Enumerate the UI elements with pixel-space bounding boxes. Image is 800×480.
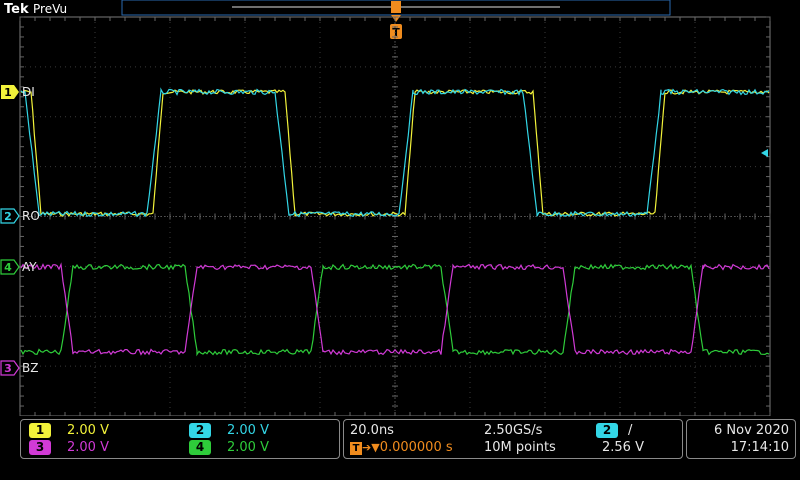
- record-length: 10M points: [484, 440, 556, 455]
- channel-scale-panel[interactable]: 1 2.00 V 2 2.00 V 3 2.00 V 4 2.00 V: [20, 419, 340, 459]
- trigger-level: 2.56 V: [602, 440, 644, 455]
- svg-text:4: 4: [4, 261, 12, 274]
- ch4-scale: 2.00 V: [227, 440, 269, 455]
- ch4-badge: 4: [189, 440, 211, 455]
- tek-logo: Tek: [4, 2, 29, 17]
- svg-text:1: 1: [4, 86, 12, 99]
- ch2-scale: 2.00 V: [227, 423, 269, 438]
- trigger-level-icon[interactable]: [761, 149, 768, 157]
- ch2-label: RO: [22, 209, 40, 223]
- ch3-badge: 3: [29, 440, 51, 455]
- record-position-marker: [391, 1, 401, 13]
- ch1-badge: 1: [29, 423, 51, 438]
- svg-text:3: 3: [4, 362, 12, 375]
- trigger-delay: T ➔▼0.000000 s: [350, 440, 453, 456]
- ch4-marker[interactable]: 4 AY: [0, 259, 37, 275]
- ch2-badge: 2: [189, 423, 211, 438]
- ch1-marker[interactable]: 1 DI: [1, 85, 35, 99]
- date: 6 Nov 2020: [714, 423, 789, 438]
- horizontal-position: 0.000000 s: [379, 440, 453, 455]
- datetime-panel: 6 Nov 2020 17:14:10: [686, 419, 796, 459]
- trigger-t-icon: T: [350, 442, 362, 455]
- scope-display: Tek PreVu T 1 DI 2 RO 4 AY 3 BZ: [0, 0, 771, 417]
- timebase-trigger-panel[interactable]: 20.0ns 2.50GS/s 2 / T ➔▼0.000000 s 10M po…: [343, 419, 683, 459]
- ch4-label: AY: [22, 260, 37, 274]
- svg-text:2: 2: [4, 210, 12, 223]
- trigger-slope-icon: /: [628, 423, 633, 438]
- ch3-scale: 2.00 V: [67, 440, 109, 455]
- ch1-scale: 2.00 V: [67, 423, 109, 438]
- timebase: 20.0ns: [350, 423, 394, 438]
- prevu-label: PreVu: [33, 2, 67, 16]
- trigger-source-badge: 2: [596, 423, 618, 438]
- ch1-label: DI: [22, 85, 35, 99]
- ch3-label: BZ: [22, 361, 38, 375]
- record-overview-bar[interactable]: [121, 0, 671, 16]
- sample-rate: 2.50GS/s: [484, 423, 543, 438]
- status-bar: 1 2.00 V 2 2.00 V 3 2.00 V 4 2.00 V 20.0…: [0, 416, 800, 480]
- time: 17:14:10: [730, 440, 789, 455]
